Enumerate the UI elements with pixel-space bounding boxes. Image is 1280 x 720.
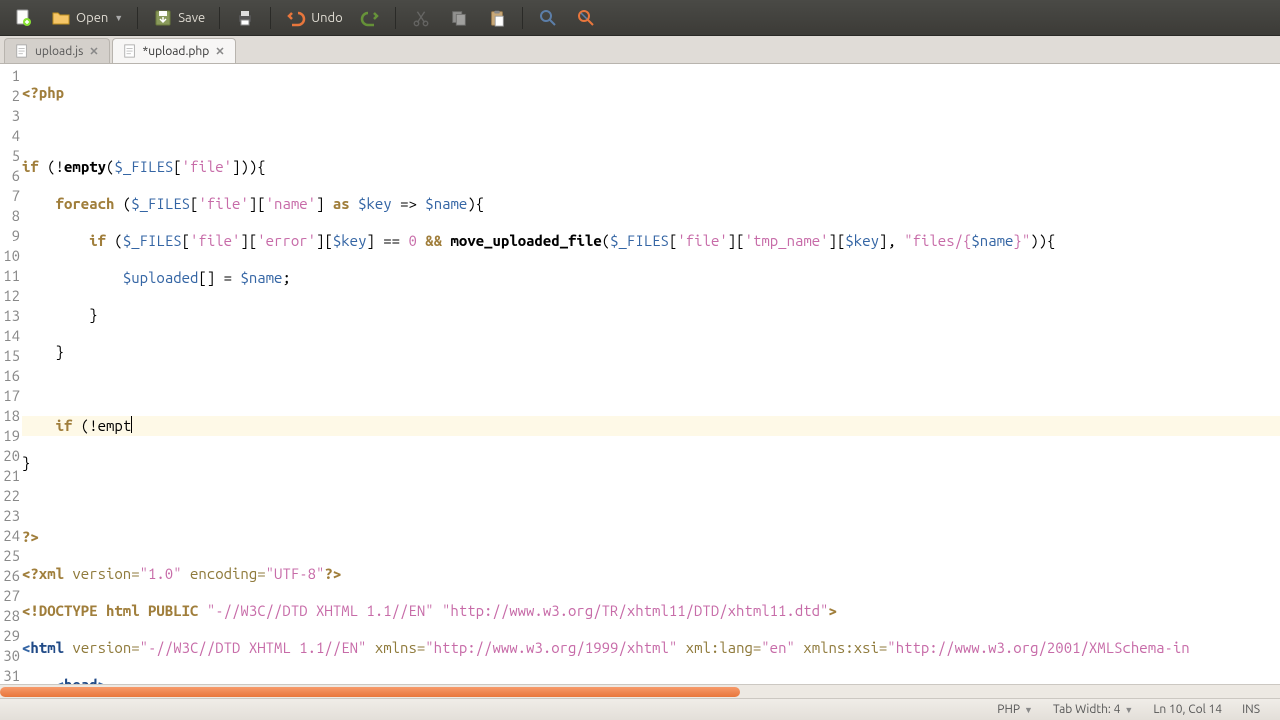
status-bar: PHP▼ Tab Width: 4▼ Ln 10, Col 14 INS	[0, 698, 1280, 720]
print-button[interactable]	[228, 4, 262, 32]
undo-icon	[285, 7, 307, 29]
save-button[interactable]: Save	[146, 4, 211, 32]
open-button[interactable]: Open ▼	[44, 4, 129, 32]
new-file-button[interactable]	[6, 4, 40, 32]
file-icon	[123, 44, 137, 58]
code-editor[interactable]: 1234567891011121314151617181920212223242…	[0, 64, 1280, 684]
search-icon	[537, 7, 559, 29]
redo-button[interactable]	[353, 4, 387, 32]
separator	[395, 7, 396, 29]
insert-mode[interactable]: INS	[1232, 703, 1270, 716]
close-icon[interactable]: ✕	[215, 45, 224, 58]
main-toolbar: Open ▼ Save Undo	[0, 0, 1280, 36]
tab-upload-php[interactable]: *upload.php ✕	[112, 38, 236, 63]
cut-icon	[410, 7, 432, 29]
save-icon	[152, 7, 174, 29]
text-cursor	[131, 416, 132, 433]
tab-width-selector[interactable]: Tab Width: 4▼	[1043, 703, 1143, 716]
separator	[270, 7, 271, 29]
chevron-down-icon: ▼	[114, 13, 123, 23]
line-gutter: 1234567891011121314151617181920212223242…	[0, 64, 22, 684]
file-icon	[15, 44, 29, 58]
undo-label: Undo	[311, 11, 343, 25]
find-replace-icon	[575, 7, 597, 29]
scrollbar-thumb[interactable]	[0, 687, 740, 697]
tab-bar: upload.js ✕ *upload.php ✕	[0, 36, 1280, 64]
open-icon	[50, 7, 72, 29]
language-selector[interactable]: PHP▼	[987, 703, 1043, 716]
copy-icon	[448, 7, 470, 29]
tab-upload-js[interactable]: upload.js ✕	[4, 38, 110, 63]
cursor-position: Ln 10, Col 14	[1143, 703, 1232, 716]
replace-button[interactable]	[569, 4, 603, 32]
open-label: Open	[76, 11, 108, 25]
tab-label: upload.js	[35, 45, 83, 58]
print-icon	[234, 7, 256, 29]
new-file-icon	[12, 7, 34, 29]
paste-icon	[486, 7, 508, 29]
copy-button[interactable]	[442, 4, 476, 32]
find-button[interactable]	[531, 4, 565, 32]
paste-button[interactable]	[480, 4, 514, 32]
separator	[219, 7, 220, 29]
tab-label: *upload.php	[143, 45, 210, 58]
save-label: Save	[178, 11, 205, 25]
horizontal-scrollbar[interactable]	[0, 684, 1280, 698]
cut-button[interactable]	[404, 4, 438, 32]
undo-button[interactable]: Undo	[279, 4, 349, 32]
separator	[137, 7, 138, 29]
separator	[522, 7, 523, 29]
close-icon[interactable]: ✕	[89, 45, 98, 58]
redo-icon	[359, 7, 381, 29]
code-content[interactable]: <?php if (!empty($_FILES['file'])){ fore…	[22, 64, 1280, 684]
